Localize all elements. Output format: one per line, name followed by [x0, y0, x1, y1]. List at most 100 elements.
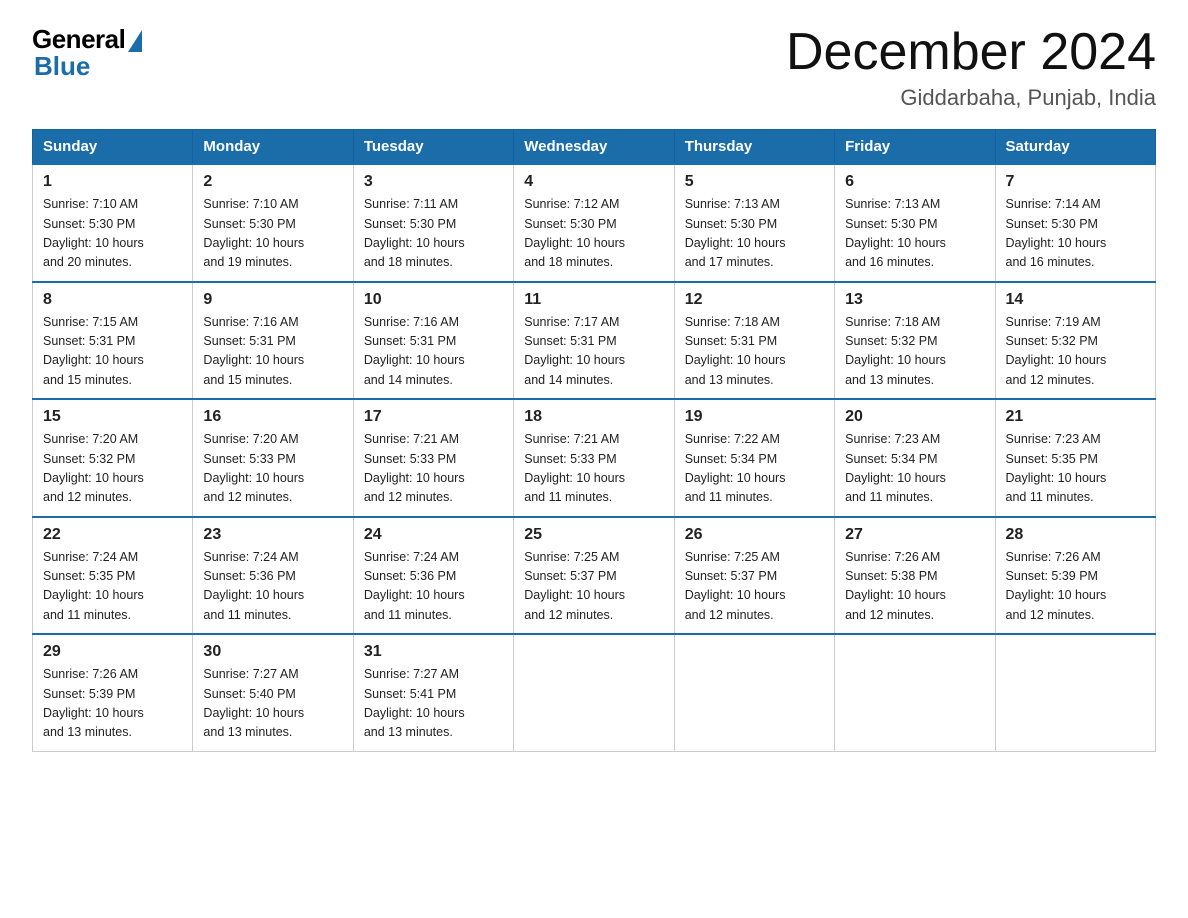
calendar-week-row: 22 Sunrise: 7:24 AMSunset: 5:35 PMDaylig… [33, 517, 1156, 635]
calendar-table: SundayMondayTuesdayWednesdayThursdayFrid… [32, 129, 1156, 752]
day-number: 14 [1006, 291, 1145, 309]
calendar-cell: 24 Sunrise: 7:24 AMSunset: 5:36 PMDaylig… [353, 517, 513, 635]
calendar-week-row: 15 Sunrise: 7:20 AMSunset: 5:32 PMDaylig… [33, 399, 1156, 517]
calendar-cell [835, 634, 995, 751]
day-number: 22 [43, 526, 182, 544]
day-info: Sunrise: 7:25 AMSunset: 5:37 PMDaylight:… [685, 550, 786, 622]
page-header: General Blue December 2024 Giddarbaha, P… [32, 24, 1156, 111]
calendar-cell: 10 Sunrise: 7:16 AMSunset: 5:31 PMDaylig… [353, 282, 513, 400]
day-number: 30 [203, 643, 342, 661]
day-number: 20 [845, 408, 984, 426]
calendar-cell: 23 Sunrise: 7:24 AMSunset: 5:36 PMDaylig… [193, 517, 353, 635]
month-title: December 2024 [786, 24, 1156, 81]
day-number: 17 [364, 408, 503, 426]
calendar-cell: 19 Sunrise: 7:22 AMSunset: 5:34 PMDaylig… [674, 399, 834, 517]
calendar-cell: 7 Sunrise: 7:14 AMSunset: 5:30 PMDayligh… [995, 164, 1155, 282]
calendar-cell: 5 Sunrise: 7:13 AMSunset: 5:30 PMDayligh… [674, 164, 834, 282]
day-number: 4 [524, 173, 663, 191]
col-header-sunday: Sunday [33, 130, 193, 165]
day-info: Sunrise: 7:27 AMSunset: 5:41 PMDaylight:… [364, 667, 465, 739]
day-info: Sunrise: 7:13 AMSunset: 5:30 PMDaylight:… [845, 197, 946, 269]
calendar-cell: 22 Sunrise: 7:24 AMSunset: 5:35 PMDaylig… [33, 517, 193, 635]
calendar-cell: 28 Sunrise: 7:26 AMSunset: 5:39 PMDaylig… [995, 517, 1155, 635]
day-info: Sunrise: 7:21 AMSunset: 5:33 PMDaylight:… [364, 432, 465, 504]
day-info: Sunrise: 7:26 AMSunset: 5:39 PMDaylight:… [43, 667, 144, 739]
calendar-cell: 4 Sunrise: 7:12 AMSunset: 5:30 PMDayligh… [514, 164, 674, 282]
calendar-week-row: 29 Sunrise: 7:26 AMSunset: 5:39 PMDaylig… [33, 634, 1156, 751]
day-number: 12 [685, 291, 824, 309]
calendar-cell: 31 Sunrise: 7:27 AMSunset: 5:41 PMDaylig… [353, 634, 513, 751]
col-header-thursday: Thursday [674, 130, 834, 165]
day-info: Sunrise: 7:22 AMSunset: 5:34 PMDaylight:… [685, 432, 786, 504]
calendar-cell: 30 Sunrise: 7:27 AMSunset: 5:40 PMDaylig… [193, 634, 353, 751]
day-number: 18 [524, 408, 663, 426]
calendar-cell: 16 Sunrise: 7:20 AMSunset: 5:33 PMDaylig… [193, 399, 353, 517]
day-number: 5 [685, 173, 824, 191]
day-info: Sunrise: 7:24 AMSunset: 5:36 PMDaylight:… [203, 550, 304, 622]
day-info: Sunrise: 7:11 AMSunset: 5:30 PMDaylight:… [364, 197, 465, 269]
day-info: Sunrise: 7:12 AMSunset: 5:30 PMDaylight:… [524, 197, 625, 269]
day-number: 24 [364, 526, 503, 544]
calendar-week-row: 1 Sunrise: 7:10 AMSunset: 5:30 PMDayligh… [33, 164, 1156, 282]
calendar-cell: 11 Sunrise: 7:17 AMSunset: 5:31 PMDaylig… [514, 282, 674, 400]
day-number: 28 [1006, 526, 1145, 544]
calendar-cell: 29 Sunrise: 7:26 AMSunset: 5:39 PMDaylig… [33, 634, 193, 751]
day-info: Sunrise: 7:18 AMSunset: 5:32 PMDaylight:… [845, 315, 946, 387]
calendar-cell: 27 Sunrise: 7:26 AMSunset: 5:38 PMDaylig… [835, 517, 995, 635]
day-info: Sunrise: 7:25 AMSunset: 5:37 PMDaylight:… [524, 550, 625, 622]
day-info: Sunrise: 7:14 AMSunset: 5:30 PMDaylight:… [1006, 197, 1107, 269]
calendar-cell: 20 Sunrise: 7:23 AMSunset: 5:34 PMDaylig… [835, 399, 995, 517]
day-number: 7 [1006, 173, 1145, 191]
calendar-cell: 2 Sunrise: 7:10 AMSunset: 5:30 PMDayligh… [193, 164, 353, 282]
day-info: Sunrise: 7:19 AMSunset: 5:32 PMDaylight:… [1006, 315, 1107, 387]
day-info: Sunrise: 7:10 AMSunset: 5:30 PMDaylight:… [203, 197, 304, 269]
day-info: Sunrise: 7:24 AMSunset: 5:36 PMDaylight:… [364, 550, 465, 622]
calendar-cell: 21 Sunrise: 7:23 AMSunset: 5:35 PMDaylig… [995, 399, 1155, 517]
calendar-cell: 8 Sunrise: 7:15 AMSunset: 5:31 PMDayligh… [33, 282, 193, 400]
day-number: 3 [364, 173, 503, 191]
calendar-cell: 3 Sunrise: 7:11 AMSunset: 5:30 PMDayligh… [353, 164, 513, 282]
calendar-cell: 15 Sunrise: 7:20 AMSunset: 5:32 PMDaylig… [33, 399, 193, 517]
day-number: 23 [203, 526, 342, 544]
day-number: 21 [1006, 408, 1145, 426]
logo-blue-text: Blue [34, 51, 90, 82]
calendar-cell: 1 Sunrise: 7:10 AMSunset: 5:30 PMDayligh… [33, 164, 193, 282]
day-number: 1 [43, 173, 182, 191]
day-number: 25 [524, 526, 663, 544]
day-number: 13 [845, 291, 984, 309]
logo: General Blue [32, 24, 142, 82]
day-info: Sunrise: 7:24 AMSunset: 5:35 PMDaylight:… [43, 550, 144, 622]
day-number: 29 [43, 643, 182, 661]
day-number: 11 [524, 291, 663, 309]
calendar-cell: 25 Sunrise: 7:25 AMSunset: 5:37 PMDaylig… [514, 517, 674, 635]
day-info: Sunrise: 7:16 AMSunset: 5:31 PMDaylight:… [364, 315, 465, 387]
calendar-cell: 18 Sunrise: 7:21 AMSunset: 5:33 PMDaylig… [514, 399, 674, 517]
day-info: Sunrise: 7:23 AMSunset: 5:35 PMDaylight:… [1006, 432, 1107, 504]
day-info: Sunrise: 7:20 AMSunset: 5:32 PMDaylight:… [43, 432, 144, 504]
day-info: Sunrise: 7:26 AMSunset: 5:39 PMDaylight:… [1006, 550, 1107, 622]
col-header-friday: Friday [835, 130, 995, 165]
day-number: 6 [845, 173, 984, 191]
col-header-tuesday: Tuesday [353, 130, 513, 165]
calendar-cell: 12 Sunrise: 7:18 AMSunset: 5:31 PMDaylig… [674, 282, 834, 400]
day-info: Sunrise: 7:21 AMSunset: 5:33 PMDaylight:… [524, 432, 625, 504]
calendar-cell [514, 634, 674, 751]
calendar-week-row: 8 Sunrise: 7:15 AMSunset: 5:31 PMDayligh… [33, 282, 1156, 400]
day-info: Sunrise: 7:18 AMSunset: 5:31 PMDaylight:… [685, 315, 786, 387]
logo-triangle-icon [128, 30, 142, 52]
calendar-cell: 26 Sunrise: 7:25 AMSunset: 5:37 PMDaylig… [674, 517, 834, 635]
location-text: Giddarbaha, Punjab, India [786, 85, 1156, 111]
day-info: Sunrise: 7:17 AMSunset: 5:31 PMDaylight:… [524, 315, 625, 387]
day-number: 26 [685, 526, 824, 544]
col-header-saturday: Saturday [995, 130, 1155, 165]
day-number: 27 [845, 526, 984, 544]
day-number: 10 [364, 291, 503, 309]
calendar-cell [995, 634, 1155, 751]
day-number: 8 [43, 291, 182, 309]
day-number: 31 [364, 643, 503, 661]
day-number: 19 [685, 408, 824, 426]
day-number: 15 [43, 408, 182, 426]
col-header-wednesday: Wednesday [514, 130, 674, 165]
day-info: Sunrise: 7:15 AMSunset: 5:31 PMDaylight:… [43, 315, 144, 387]
title-block: December 2024 Giddarbaha, Punjab, India [786, 24, 1156, 111]
